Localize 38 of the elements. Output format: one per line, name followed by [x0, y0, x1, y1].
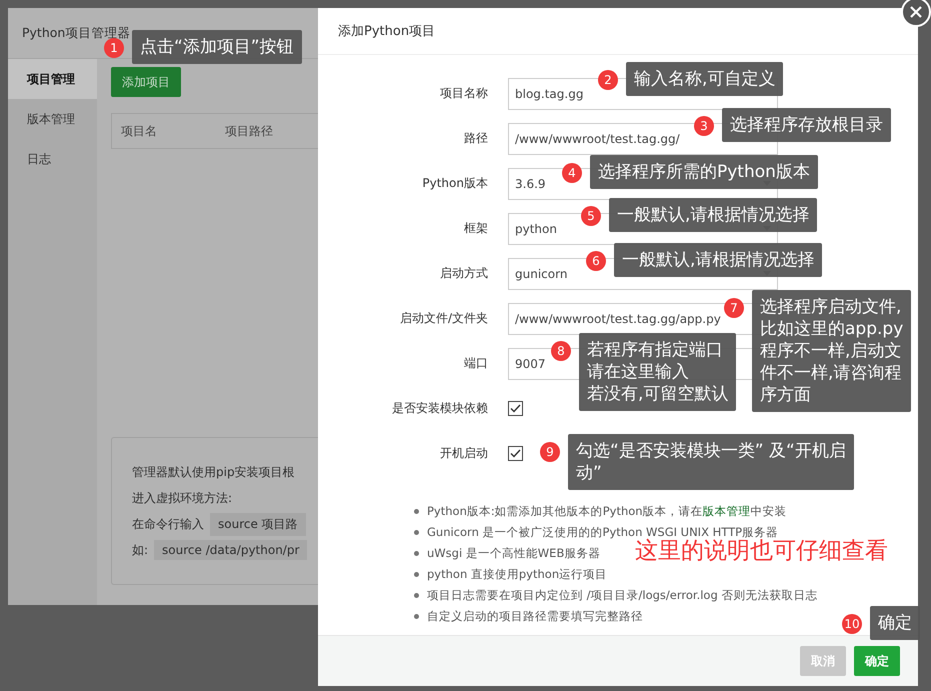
code-snippet: source /data/python/pr — [154, 540, 308, 560]
note-text: Gunicorn 是一个被广泛使用的的Python WSGI UNIX HTTP服务器 — [427, 524, 778, 539]
field-label: 框架 — [463, 220, 488, 237]
field-label: 端口 — [463, 355, 488, 372]
note-text: 自定义启动的项目路径需要填写完整路径 — [427, 608, 643, 625]
info-text: 在命令行输入 — [132, 516, 204, 532]
field-label: 是否安装模块依赖 — [391, 400, 488, 417]
field-label: 启动方式 — [439, 265, 488, 282]
column-header: 项目名 — [120, 122, 158, 140]
info-text: 如: — [132, 542, 148, 558]
callout-text: 动” — [576, 462, 603, 484]
callout-text: 勾选“是否安装模块一类” 及“开机启 — [576, 440, 846, 462]
callout-text: 序方面 — [760, 384, 812, 406]
callout-text: 输入名称,可自定义 — [634, 68, 776, 90]
field-label: 项目名称 — [439, 85, 488, 102]
info-text: 进入虚拟环境方法: — [132, 490, 232, 506]
field-label: 路径 — [463, 130, 488, 147]
note-text: uWsgi 是一个高性能WEB服务器 — [427, 545, 600, 562]
callout-text: 一般默认,请根据情况选择 — [622, 249, 814, 271]
remark-text: 这里的说明也可仔细查看 — [635, 538, 888, 566]
field-label: Python版本 — [421, 175, 488, 192]
note-text: python 直接使用python运行项目 — [427, 566, 608, 583]
callout-text: 若没有,可留空默认 — [587, 383, 728, 405]
field-label: 开机启动 — [439, 445, 488, 462]
callout-text: 选择程序所需的Python版本 — [598, 161, 810, 183]
callout-text: 一般默认,请根据情况选择 — [617, 204, 810, 226]
code-snippet: source 项目路 — [210, 512, 306, 536]
note-text: Python版本:如需添加其他版本的Python版本，请在版本管理中安装 — [427, 503, 787, 520]
callout-text: 件不一样,请咨询程 — [760, 362, 902, 384]
callout-text: 点击“添加项目”按钮 — [140, 36, 294, 58]
field-label: 启动文件/文件夹 — [398, 310, 488, 327]
callout-text: 确定 — [878, 612, 912, 634]
note-text: 项目日志需要在项目内定位到 /项目目录/logs/error.log 否则无法获取日志 — [427, 587, 818, 604]
column-header: 项目路径 — [224, 122, 274, 140]
callout-text: 程序不一样,启动文 — [760, 340, 902, 362]
callout-text: 若程序有指定端口 — [587, 339, 724, 361]
callout-text: 请在这里输入 — [587, 361, 690, 383]
info-text: 管理器默认使用pip安装项目根 — [132, 464, 295, 480]
